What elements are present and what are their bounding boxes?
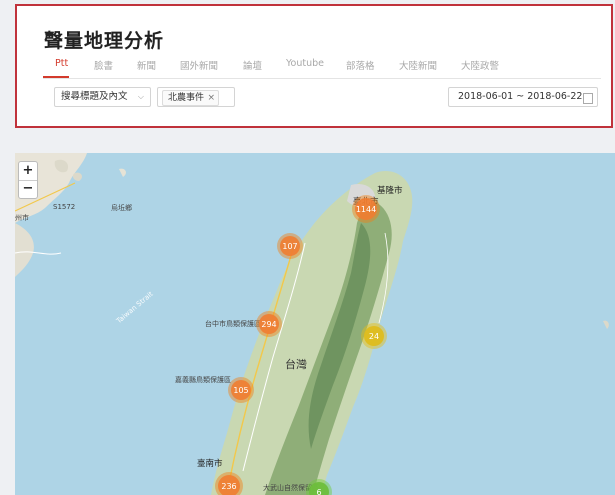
tab-forum[interactable]: 論壇: [243, 58, 262, 72]
zoom-out-button[interactable]: −: [19, 180, 37, 198]
map-cluster-marker[interactable]: 294: [256, 311, 282, 337]
cluster-count: 105: [231, 380, 251, 400]
calendar-icon: [583, 93, 593, 104]
keyword-tag-input[interactable]: 北農事件 ×: [157, 87, 235, 107]
map-label-reserve-chiayi: 嘉義縣鳥類保護區: [175, 376, 231, 384]
cluster-count: 1144: [355, 198, 377, 220]
tab-news[interactable]: 新聞: [137, 58, 156, 72]
page-title: 聲量地理分析: [44, 30, 165, 52]
search-field-value: 搜尋標題及內文: [61, 91, 128, 102]
map-label-tainan: 臺南市: [197, 459, 223, 469]
tab-china-gov[interactable]: 大陸政警: [461, 58, 499, 72]
geo-map[interactable]: + − 州市 S1572 烏坵鄉 基隆市 臺北市 Taiwan Strait 台…: [15, 153, 615, 495]
cluster-count: 107: [280, 236, 300, 256]
map-cluster-marker[interactable]: 105: [228, 377, 254, 403]
keyword-tag: 北農事件 ×: [162, 90, 220, 106]
tab-facebook[interactable]: 臉書: [94, 58, 113, 72]
date-range-picker[interactable]: 2018-06-01 ~ 2018-06-22: [448, 87, 598, 107]
remove-tag-icon[interactable]: ×: [207, 91, 215, 105]
map-base: [15, 153, 609, 495]
cluster-count: 294: [259, 314, 279, 334]
tab-divider: [43, 78, 601, 79]
tab-foreign-news[interactable]: 國外新聞: [180, 58, 218, 72]
analysis-panel: 聲量地理分析 Ptt 臉書 新聞 國外新聞 論壇 Youtube 部落格 大陸新…: [15, 4, 613, 128]
chevron-down-icon: ⌵: [137, 92, 144, 101]
keyword-tag-label: 北農事件: [168, 93, 205, 103]
map-label-taiwan: 台灣: [285, 358, 307, 371]
cluster-count: 24: [364, 326, 384, 346]
map-label-town: 烏坵鄉: [111, 204, 132, 212]
cluster-count: 236: [218, 475, 240, 495]
map-label-road: S1572: [53, 203, 76, 211]
tab-youtube[interactable]: Youtube: [286, 58, 324, 69]
tab-ptt[interactable]: Ptt: [55, 58, 68, 69]
tab-china-news[interactable]: 大陸新聞: [399, 58, 437, 72]
date-range-value: 2018-06-01 ~ 2018-06-22: [458, 91, 583, 102]
map-cluster-marker[interactable]: 236: [215, 472, 243, 495]
map-label-left-city: 州市: [15, 214, 29, 222]
map-cluster-marker[interactable]: 24: [361, 323, 387, 349]
map-label-keelung: 基隆市: [377, 186, 403, 196]
zoom-in-button[interactable]: +: [19, 162, 37, 181]
map-label-reserve-taichung: 台中市鳥類保護區: [205, 320, 261, 328]
zoom-control: + −: [18, 161, 38, 199]
cluster-count: 6: [309, 482, 329, 495]
map-cluster-marker[interactable]: 107: [277, 233, 303, 259]
tab-blog[interactable]: 部落格: [346, 58, 375, 72]
search-field-select[interactable]: 搜尋標題及內文 ⌵: [54, 87, 151, 107]
map-cluster-marker[interactable]: 1144: [352, 195, 380, 223]
